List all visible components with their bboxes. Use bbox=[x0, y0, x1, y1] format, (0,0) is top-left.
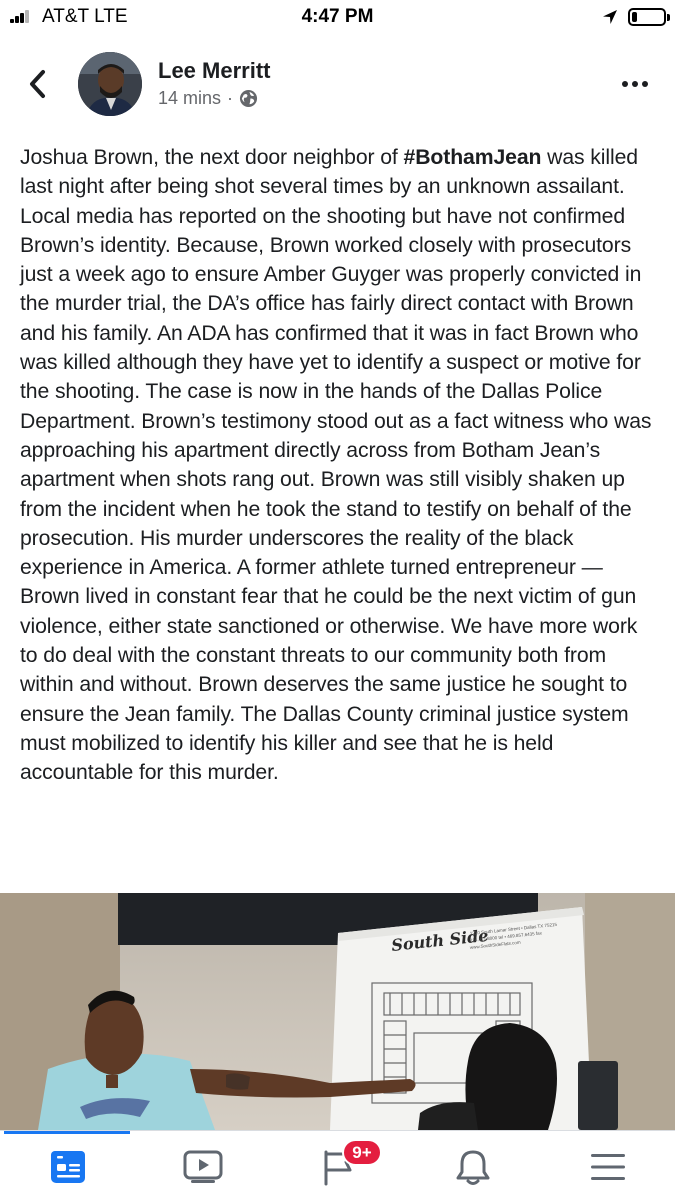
post-timestamp[interactable]: 14 mins bbox=[158, 88, 221, 109]
author-name[interactable]: Lee Merritt bbox=[158, 58, 270, 84]
cell-signal-icon bbox=[10, 9, 34, 23]
battery-icon bbox=[628, 8, 670, 26]
profile-photo bbox=[78, 52, 142, 116]
tab-notifications[interactable] bbox=[405, 1139, 540, 1195]
meta-separator: · bbox=[227, 88, 234, 108]
chevron-left-icon bbox=[30, 70, 45, 98]
post-body: Joshua Brown, the next door neighbor of … bbox=[20, 143, 660, 788]
post-text-body: was killed last night after being shot s… bbox=[20, 146, 652, 785]
carrier-label: AT&T LTE bbox=[42, 6, 128, 27]
globe-icon bbox=[239, 89, 258, 108]
location-arrow-icon bbox=[603, 10, 617, 24]
watch-video-icon bbox=[183, 1150, 222, 1183]
courtroom-photo: South Side 1210 South Lamar Street • Dal… bbox=[0, 893, 675, 1130]
back-button[interactable] bbox=[18, 62, 58, 106]
tab-pages[interactable]: 9+ bbox=[270, 1139, 405, 1195]
notification-badge: 9+ bbox=[342, 1139, 382, 1166]
more-options-button[interactable] bbox=[612, 72, 658, 96]
bottom-tab-bar: 9+ bbox=[0, 1130, 675, 1200]
author-avatar[interactable] bbox=[78, 52, 142, 116]
battery-level bbox=[632, 12, 637, 22]
tab-news-feed[interactable] bbox=[0, 1139, 135, 1195]
status-bar: AT&T LTE 4:47 PM bbox=[0, 0, 675, 34]
tab-menu[interactable] bbox=[540, 1139, 675, 1195]
post-photo[interactable]: South Side 1210 South Lamar Street • Dal… bbox=[0, 893, 675, 1130]
hashtag-link[interactable]: #BothamJean bbox=[404, 146, 542, 169]
menu-icon bbox=[590, 1154, 625, 1180]
active-tab-indicator bbox=[4, 1131, 130, 1134]
notifications-bell-icon bbox=[456, 1150, 489, 1185]
post-meta: 14 mins · bbox=[158, 88, 258, 109]
ellipsis-icon bbox=[622, 81, 628, 87]
tab-watch[interactable] bbox=[135, 1139, 270, 1195]
news-feed-icon bbox=[50, 1151, 85, 1183]
post-text-intro: Joshua Brown, the next door neighbor of bbox=[20, 146, 404, 169]
